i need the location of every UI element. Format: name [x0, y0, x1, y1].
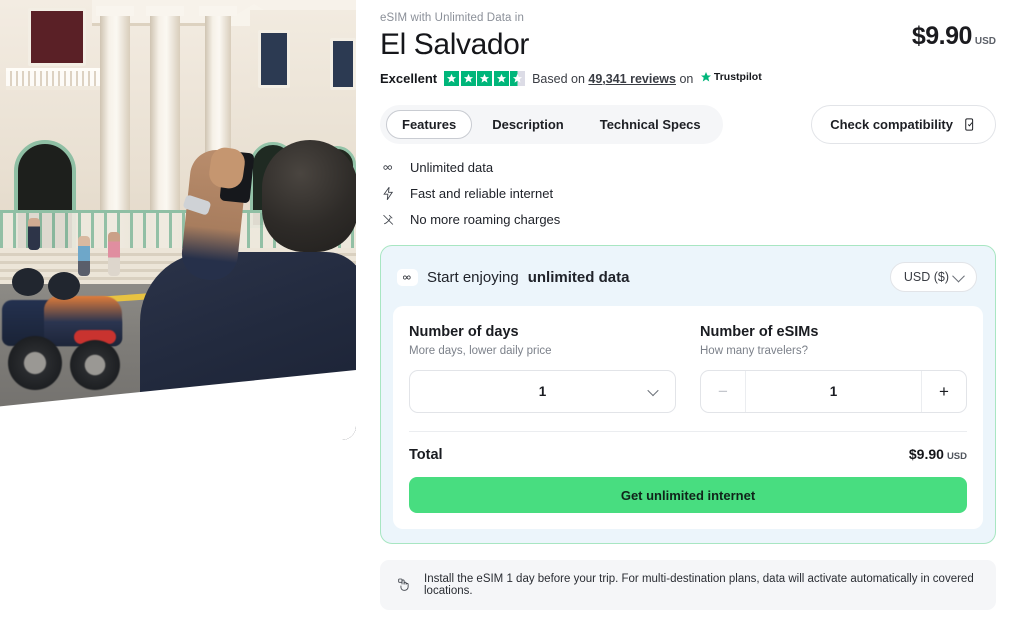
star-icon — [444, 71, 460, 86]
number-of-days-field: Number of days More days, lower daily pr… — [409, 324, 676, 413]
purchase-panel-header: Start enjoying unlimited data USD ($) — [381, 246, 995, 306]
feature-item: Fast and reliable internet — [380, 186, 996, 201]
tab-description[interactable]: Description — [476, 110, 580, 139]
days-value: 1 — [538, 384, 547, 399]
price-block: $9.90 USD — [912, 6, 996, 51]
feature-label: Unlimited data — [410, 160, 494, 175]
building-balcony — [6, 68, 104, 90]
trustpilot-star-icon — [700, 72, 711, 82]
column-capital — [96, 6, 134, 16]
product-tabs: Features Description Technical Specs — [380, 105, 723, 144]
product-price-currency: USD — [974, 36, 996, 47]
hero-photo — [0, 0, 356, 440]
chevron-down-icon — [647, 384, 659, 396]
install-notice: Install the eSIM 1 day before your trip.… — [380, 560, 996, 610]
purchase-fields: Number of days More days, lower daily pr… — [409, 324, 967, 413]
number-of-esims-field: Number of eSIMs How many travelers? − 1 … — [700, 324, 967, 413]
pedestrian — [78, 236, 90, 276]
total-label: Total — [409, 447, 443, 463]
helmet — [48, 272, 80, 300]
tabs-row: Features Description Technical Specs Che… — [380, 105, 996, 144]
feature-list: Unlimited data Fast and reliable interne… — [380, 160, 996, 227]
lightning-bolt-icon — [380, 186, 396, 201]
star-half-icon — [510, 71, 526, 86]
product-price: $9.90 — [911, 22, 973, 50]
esims-increment-button[interactable]: + — [922, 371, 966, 412]
page-title: El Salvador — [380, 28, 530, 61]
product-eyebrow: eSIM with Unlimited Data in — [380, 12, 524, 24]
esims-sublabel: How many travelers? — [700, 345, 809, 357]
esims-stepper: − 1 + — [700, 370, 967, 413]
no-roaming-icon — [380, 212, 396, 227]
purchase-panel: Start enjoying unlimited data USD ($) Nu… — [380, 245, 996, 544]
building-window — [28, 8, 86, 66]
pedestrian — [108, 232, 120, 276]
device-check-icon — [965, 118, 974, 131]
column-capital — [146, 6, 184, 16]
panel-heading-prefix: Start enjoying — [427, 268, 519, 286]
product-page: eSIM with Unlimited Data in El Salvador … — [0, 0, 1024, 623]
rating-summary: Based on 49,341 reviews on Trustpilot — [532, 71, 762, 86]
days-label: Number of days — [409, 324, 519, 340]
get-unlimited-internet-button[interactable]: Get unlimited internet — [409, 477, 967, 513]
esims-value[interactable]: 1 — [745, 371, 922, 412]
total-row: Total $9.90 USD — [409, 432, 967, 464]
trustpilot-name: Trustpilot — [713, 71, 762, 83]
currency-selector[interactable]: USD ($) — [889, 262, 977, 292]
currency-value: USD ($) — [903, 270, 949, 284]
product-header: eSIM with Unlimited Data in El Salvador … — [380, 6, 996, 62]
star-icon — [460, 71, 476, 86]
purchase-form-card: Number of days More days, lower daily pr… — [393, 306, 983, 529]
total-currency: USD — [946, 451, 967, 462]
on-label: on — [679, 72, 694, 86]
feature-item: No more roaming charges — [380, 212, 996, 227]
feature-label: Fast and reliable internet — [410, 186, 554, 201]
feature-item: Unlimited data — [380, 160, 996, 175]
foreground-man-head — [262, 140, 356, 252]
tap-hand-icon — [398, 578, 409, 591]
days-select[interactable]: 1 — [409, 370, 676, 413]
total-value: $9.90 — [908, 446, 944, 462]
chevron-down-icon — [952, 269, 965, 282]
infinity-badge-icon — [397, 268, 418, 286]
install-notice-text: Install the eSIM 1 day before your trip.… — [424, 573, 974, 597]
trustpilot-logo: Trustpilot — [700, 71, 762, 83]
column-capital — [199, 6, 237, 16]
building-window — [258, 30, 290, 88]
motorcycle-wheel — [70, 340, 120, 390]
check-compatibility-button[interactable]: Check compatibility — [811, 105, 996, 144]
based-on-label: Based on — [532, 72, 585, 86]
check-compatibility-label: Check compatibility — [830, 117, 953, 132]
building-window — [330, 38, 356, 90]
reviews-count-link[interactable]: 49,341 reviews — [588, 72, 676, 86]
tab-technical-specs[interactable]: Technical Specs — [584, 110, 717, 139]
total-price-group: $9.90 USD — [909, 446, 967, 464]
panel-heading-strong: unlimited data — [527, 268, 630, 286]
trustpilot-rating: Excellent Based on 49,341 reviews on Tru… — [380, 71, 996, 86]
infinity-icon — [380, 160, 396, 175]
star-icon — [477, 71, 493, 86]
tab-features[interactable]: Features — [386, 110, 473, 139]
esims-label: Number of eSIMs — [700, 324, 819, 340]
product-titles: eSIM with Unlimited Data in El Salvador — [380, 6, 529, 62]
rating-word: Excellent — [380, 71, 438, 86]
days-sublabel: More days, lower daily price — [409, 345, 552, 357]
pedestrian — [28, 218, 40, 250]
hero-image — [0, 0, 356, 440]
motorcycle-wheel — [8, 336, 62, 390]
esims-decrement-button[interactable]: − — [701, 371, 745, 412]
feature-label: No more roaming charges — [410, 212, 561, 227]
star-icon — [493, 71, 509, 86]
helmet — [12, 268, 44, 296]
rating-stars — [444, 71, 526, 86]
product-content: eSIM with Unlimited Data in El Salvador … — [356, 0, 1024, 623]
panel-heading: Start enjoying unlimited data — [397, 268, 630, 286]
